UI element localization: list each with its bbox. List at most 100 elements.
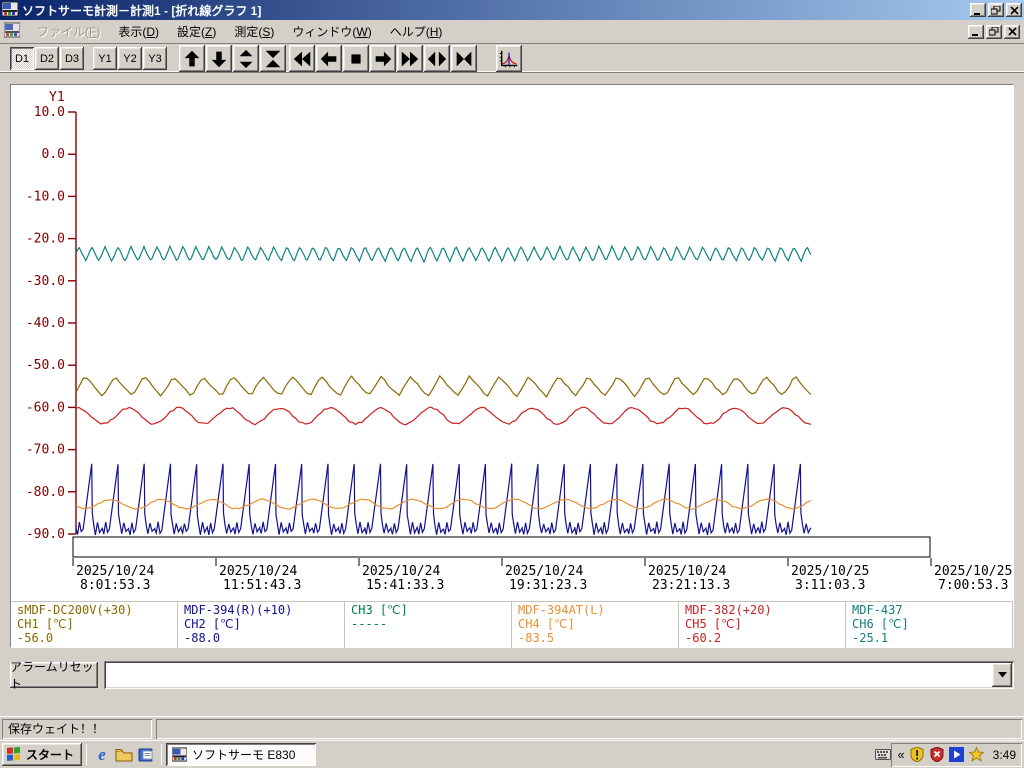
mdi-restore-button[interactable] [986, 25, 1002, 39]
application-window: ソフトサーモ計測－計測1 - [折れ線グラフ 1] ファイル(F [0, 0, 1024, 768]
scroll-up-icon [181, 48, 203, 70]
stop-icon [345, 48, 367, 70]
y2-button[interactable]: Y2 [118, 47, 142, 70]
star-icon[interactable] [969, 747, 985, 763]
y-tick-label: 10.0 [34, 105, 65, 120]
legend-channel: CH2 [℃] [184, 617, 338, 631]
line-graph-panel: Y110.00.0-10.0-20.0-30.0-40.0-50.0-60.0-… [10, 84, 1014, 648]
x-tick-time: 11:51:43.3 [223, 578, 301, 593]
legend-cell-ch3: CH3 [℃]----- [345, 602, 512, 648]
scroll-down-button[interactable] [206, 45, 232, 72]
series-ch2 [76, 464, 811, 535]
compress-horizontal-icon [453, 48, 475, 70]
system-tray: « [875, 743, 1022, 767]
time-range-box[interactable] [73, 537, 930, 557]
legend-cell-ch1: sMDF-DC200V(+30)CH1 [℃]-56.0 [11, 602, 178, 648]
stop-button[interactable] [343, 45, 369, 72]
mdi-minimize-button[interactable] [968, 25, 984, 39]
expand-vertical-icon [235, 48, 257, 70]
step-left-button[interactable] [316, 45, 342, 72]
y3-button[interactable]: Y3 [143, 47, 167, 70]
y-tick-label: -10.0 [26, 189, 65, 204]
x-tick-date: 2025/10/24 [648, 564, 726, 579]
y-tick-label: -80.0 [26, 485, 65, 500]
media-play-icon[interactable] [949, 747, 965, 763]
keyboard-icon[interactable] [875, 747, 891, 763]
legend-sensor-name: MDF-382(+20) [685, 603, 839, 617]
compress-vertical-button[interactable] [260, 45, 286, 72]
combobox-dropdown-button[interactable] [992, 663, 1012, 687]
expand-horizontal-button[interactable] [424, 45, 450, 72]
y1-button[interactable]: Y1 [93, 47, 117, 70]
legend-sensor-name: MDF-437 [852, 603, 1006, 617]
expand-vertical-button[interactable] [233, 45, 259, 72]
legend-channel: CH3 [℃] [351, 603, 505, 617]
task-button-softthermo[interactable]: ソフトサーモ E830 [166, 743, 316, 766]
windows-logo-icon [6, 747, 22, 762]
graph-settings-icon [498, 48, 520, 70]
start-button[interactable]: スタート [2, 743, 82, 766]
legend-value: -83.5 [518, 631, 672, 645]
y-tick-label: -50.0 [26, 358, 65, 373]
taskbar-separator [86, 745, 87, 765]
graph-settings-button[interactable] [496, 45, 522, 72]
fast-rewind-button[interactable] [289, 45, 315, 72]
x-tick-date: 2025/10/24 [76, 564, 154, 579]
alarm-message-combobox[interactable] [104, 661, 1014, 689]
y-tick-label: -60.0 [26, 400, 65, 415]
compress-horizontal-button[interactable] [451, 45, 477, 72]
legend-cell-ch2: MDF-394(R)(+10)CH2 [℃]-88.0 [178, 602, 345, 648]
internet-explorer-icon[interactable]: e [91, 744, 113, 766]
scroll-down-icon [208, 48, 230, 70]
menu-item-s[interactable]: 測定(S) [225, 20, 283, 43]
menu-item-w[interactable]: ウィンドウ(W) [283, 20, 380, 43]
legend-sensor-name: sMDF-DC200V(+30) [17, 603, 171, 617]
y-tick-label: -70.0 [26, 443, 65, 458]
d3-button[interactable]: D3 [60, 47, 84, 70]
fast-rewind-icon [291, 48, 313, 70]
legend-channel: CH1 [℃] [17, 617, 171, 631]
status-bar: 保存ウェイト！！ [0, 716, 1024, 740]
app-icon [172, 747, 187, 762]
menu-item-z[interactable]: 設定(Z) [168, 20, 225, 43]
series-ch4 [76, 499, 811, 509]
d2-button[interactable]: D2 [35, 47, 59, 70]
y-tick-label: -30.0 [26, 274, 65, 289]
clock[interactable]: 3:49 [993, 748, 1016, 762]
x-tick-date: 2025/10/24 [362, 564, 440, 579]
legend-sensor-name: MDF-394(R)(+10) [184, 603, 338, 617]
alarm-reset-button[interactable]: アラームリセット [10, 662, 98, 688]
scroll-up-button[interactable] [179, 45, 205, 72]
status-panel-secondary [156, 719, 1022, 739]
outlook-icon[interactable] [135, 744, 157, 766]
menu-item-d[interactable]: 表示(D) [109, 20, 168, 43]
legend-cell-ch4: MDF-394AT(L)CH4 [℃]-83.5 [512, 602, 679, 648]
minimize-button[interactable] [970, 3, 986, 17]
fast-forward-button[interactable] [397, 45, 423, 72]
shield-error-icon[interactable] [929, 747, 945, 763]
line-chart: Y110.00.0-10.0-20.0-30.0-40.0-50.0-60.0-… [11, 85, 1013, 601]
legend-value: -56.0 [17, 631, 171, 645]
folder-icon[interactable] [113, 744, 135, 766]
combobox-value[interactable] [106, 663, 992, 687]
shield-warning-icon[interactable] [909, 747, 925, 763]
step-right-button[interactable] [370, 45, 396, 72]
close-button[interactable] [1006, 3, 1022, 17]
menu-item-f: ファイル(F) [28, 20, 109, 43]
legend-value: -60.2 [685, 631, 839, 645]
client-area: Y110.00.0-10.0-20.0-30.0-40.0-50.0-60.0-… [0, 74, 1024, 716]
window-title: ソフトサーモ計測－計測1 - [折れ線グラフ 1] [22, 2, 968, 19]
compress-vertical-icon [262, 48, 284, 70]
d1-button[interactable]: D1 [10, 47, 34, 70]
legend-value: ----- [351, 617, 505, 631]
chevron-left-icon[interactable]: « [897, 747, 904, 762]
y-tick-label: -90.0 [26, 527, 65, 542]
mdi-close-button[interactable] [1004, 25, 1020, 39]
restore-button[interactable] [988, 3, 1004, 17]
x-tick-time: 19:31:23.3 [509, 578, 587, 593]
app-icon [2, 1, 18, 20]
legend-channel: CH6 [℃] [852, 617, 1006, 631]
menu-item-h[interactable]: ヘルプ(H) [381, 20, 452, 43]
chevron-down-icon [998, 672, 1007, 678]
series-ch6 [76, 246, 811, 262]
